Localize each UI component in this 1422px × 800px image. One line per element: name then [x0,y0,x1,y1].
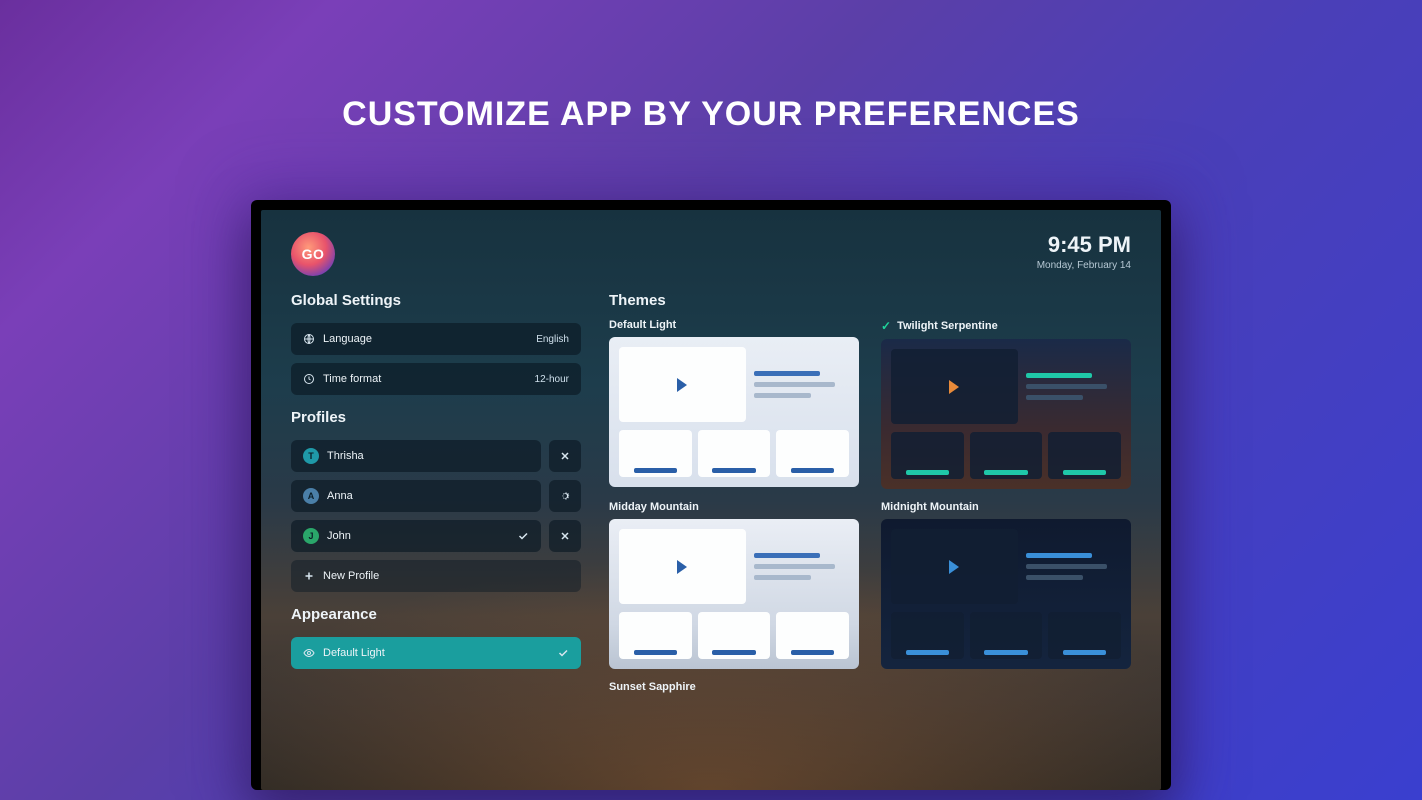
close-icon [559,530,571,542]
theme-preview [609,519,859,669]
profiles-title: Profiles [291,409,581,426]
profile-row-anna[interactable]: A Anna [291,480,541,512]
profile-name: John [327,530,351,542]
avatar-icon: A [303,488,319,504]
tv-frame: GO 9:45 PM Monday, February 14 Global Se… [251,200,1171,790]
avatar-icon: J [303,528,319,544]
tv-screen: GO 9:45 PM Monday, February 14 Global Se… [261,210,1161,790]
globe-icon [303,333,315,345]
profile-remove-button[interactable] [549,440,581,472]
profile-name: Thrisha [327,450,364,462]
theme-default-light[interactable]: Default Light [609,319,859,489]
check-icon [517,530,529,542]
theme-name: Midnight Mountain [881,501,979,513]
language-row[interactable]: Language English [291,323,581,355]
themes-panel: Themes Default Light ✓Twili [609,288,1131,764]
time-format-row[interactable]: Time format 12-hour [291,363,581,395]
profile-name: Anna [327,490,353,502]
theme-midnight-mountain[interactable]: Midnight Mountain [881,501,1131,669]
check-icon: ✓ [881,319,891,333]
time-format-value: 12-hour [535,374,569,385]
close-icon [559,450,571,462]
appearance-selected-row[interactable]: Default Light [291,637,581,669]
theme-preview [881,339,1131,489]
gear-icon [559,490,571,502]
global-settings-title: Global Settings [291,292,581,309]
new-profile-label: New Profile [323,570,379,582]
language-value: English [536,334,569,345]
profile-row-john[interactable]: J John [291,520,541,552]
profile-row-thrisha[interactable]: T Thrisha [291,440,541,472]
clock-icon [303,373,315,385]
theme-twilight-serpentine[interactable]: ✓ Twilight Serpentine [881,319,1131,489]
theme-name: Sunset Sapphire [609,681,696,693]
topbar: GO 9:45 PM Monday, February 14 [291,232,1131,276]
profile-settings-button[interactable] [549,480,581,512]
theme-midday-mountain[interactable]: Midday Mountain [609,501,859,669]
language-label: Language [323,333,372,345]
plus-icon [303,570,315,582]
theme-preview [609,337,859,487]
appearance-title: Appearance [291,606,581,623]
check-icon [557,647,569,659]
profile-remove-button[interactable] [549,520,581,552]
clock: 9:45 PM Monday, February 14 [1037,232,1131,271]
sidebar: Global Settings Language English Time fo… [291,288,581,764]
theme-name: Twilight Serpentine [897,320,998,332]
theme-preview [881,519,1131,669]
eye-icon [303,647,315,659]
play-icon [949,380,959,394]
play-icon [949,560,959,574]
appearance-selected-label: Default Light [323,647,385,659]
clock-time: 9:45 PM [1037,232,1131,258]
clock-date: Monday, February 14 [1037,260,1131,271]
play-icon [677,378,687,392]
theme-name: Midday Mountain [609,501,699,513]
themes-title: Themes [609,292,1131,309]
page-title: CUSTOMIZE APP BY YOUR PREFERENCES [0,0,1422,134]
new-profile-button[interactable]: New Profile [291,560,581,592]
play-icon [677,560,687,574]
app-logo: GO [291,232,335,276]
avatar-icon: T [303,448,319,464]
theme-sunset-sapphire[interactable]: Sunset Sapphire [609,681,859,693]
time-format-label: Time format [323,373,381,385]
theme-name: Default Light [609,319,676,331]
